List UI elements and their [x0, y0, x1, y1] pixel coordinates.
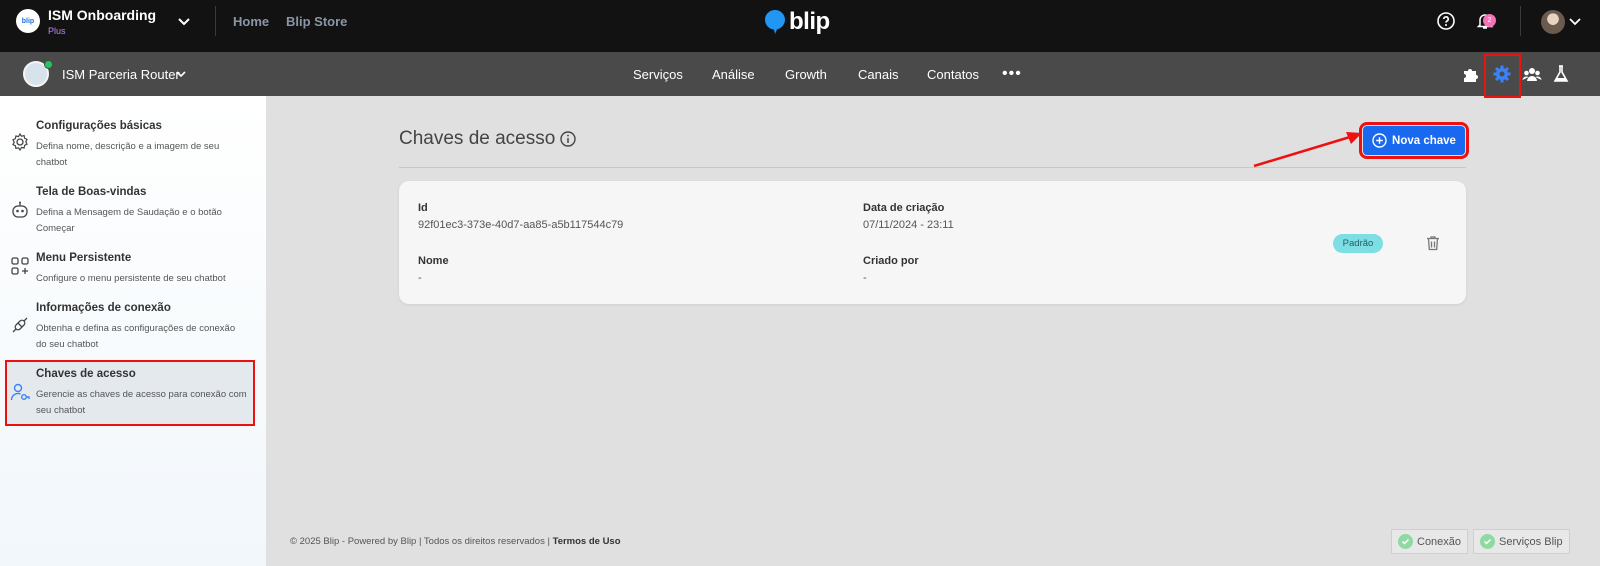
access-key-card: Id 92f01ec3-373e-40d7-aa85-a5b117544c79 …	[399, 181, 1466, 304]
nav-servicos[interactable]: Serviços	[633, 67, 683, 82]
user-menu-chevron-down-icon[interactable]	[1568, 14, 1582, 28]
trash-icon[interactable]	[1424, 234, 1442, 252]
bot-name[interactable]: ISM Parceria Router	[62, 67, 180, 82]
brand-text: blip	[789, 8, 830, 35]
top-bar: blip ISM Onboarding Plus Home Blip Store…	[0, 0, 1600, 52]
key-created-value: 07/11/2024 - 23:11	[863, 219, 954, 231]
nav-analise[interactable]: Análise	[712, 67, 755, 82]
team-icon[interactable]	[1522, 64, 1542, 84]
key-created-by-value: -	[863, 272, 867, 284]
sidebar-item-title: Tela de Boas-vindas	[36, 186, 147, 198]
annotation-arrow	[1253, 132, 1362, 168]
status-conexao[interactable]: Conexão	[1391, 529, 1469, 554]
check-icon	[1398, 534, 1413, 549]
page-title: Chaves de acesso	[399, 128, 556, 149]
org-chevron-down-icon[interactable]	[176, 13, 192, 29]
gear-highlight-box	[1484, 54, 1521, 98]
key-created-label: Data de criação	[863, 202, 945, 214]
org-logo[interactable]: blip	[16, 9, 40, 33]
bot-chevron-down-icon[interactable]	[175, 68, 187, 80]
key-name-label: Nome	[418, 255, 449, 267]
sidebar-item-title: Chaves de acesso	[36, 368, 136, 380]
status-servicos-blip[interactable]: Serviços Blip	[1473, 529, 1570, 554]
user-key-icon	[10, 383, 30, 401]
divider	[215, 6, 216, 36]
user-avatar[interactable]	[1541, 10, 1565, 34]
grid-plus-icon	[11, 257, 29, 275]
key-id-label: Id	[418, 202, 428, 214]
default-badge: Padrão	[1333, 234, 1383, 253]
blip-logo[interactable]: blip	[764, 8, 830, 36]
footer: © 2025 Blip - Powered by Blip | Todos os…	[290, 536, 621, 547]
blip-store-link[interactable]: Blip Store	[286, 14, 347, 29]
notification-badge: 2	[1483, 14, 1496, 27]
plus-circle-icon	[1372, 133, 1387, 148]
sidebar-item-desc: Obtenha e defina as configurações de con…	[36, 323, 236, 350]
sidebar-item-title: Menu Persistente	[36, 252, 132, 264]
sidebar-item-chaves-acesso[interactable]: Chaves de acesso Gerencie as chaves de a…	[8, 368, 256, 420]
new-key-button[interactable]: Nova chave	[1359, 122, 1469, 159]
plug-connection-icon	[12, 317, 28, 333]
info-icon[interactable]	[560, 131, 576, 147]
key-name-value: -	[418, 272, 422, 284]
footer-text: © 2025 Blip - Powered by Blip | Todos os…	[290, 536, 550, 547]
home-link[interactable]: Home	[233, 14, 269, 29]
terms-link[interactable]: Termos de Uso	[553, 536, 621, 547]
bot-nav-bar: ISM Parceria Router Serviços Análise Gro…	[0, 52, 1600, 96]
flask-icon[interactable]	[1551, 64, 1571, 84]
puzzle-icon[interactable]	[1461, 64, 1481, 84]
new-key-label: Nova chave	[1392, 134, 1456, 147]
key-id-value[interactable]: 92f01ec3-373e-40d7-aa85-a5b117544c79	[418, 219, 623, 231]
sidebar-item-configuracoes-basicas[interactable]: Configurações básicas Defina nome, descr…	[8, 120, 256, 172]
robot-icon	[12, 201, 28, 218]
org-plan: Plus	[48, 26, 66, 36]
sidebar-item-menu-persistente[interactable]: Menu Persistente Configure o menu persis…	[8, 252, 256, 288]
sidebar-item-title: Informações de conexão	[36, 302, 171, 314]
sidebar-item-desc: Configure o menu persistente de seu chat…	[36, 273, 226, 284]
status-label: Serviços Blip	[1499, 535, 1563, 548]
sidebar-item-informacoes-conexao[interactable]: Informações de conexão Obtenha e defina …	[8, 302, 256, 354]
nav-growth[interactable]: Growth	[785, 67, 827, 82]
org-name[interactable]: ISM Onboarding	[48, 7, 156, 23]
divider	[1520, 6, 1521, 36]
blip-bubble-icon	[765, 10, 785, 34]
help-icon[interactable]	[1437, 12, 1455, 30]
online-status-dot	[44, 60, 53, 69]
nav-canais[interactable]: Canais	[858, 67, 898, 82]
check-icon	[1480, 534, 1495, 549]
sidebar-item-tela-boas-vindas[interactable]: Tela de Boas-vindas Defina a Mensagem de…	[8, 186, 256, 238]
sidebar-item-title: Configurações básicas	[36, 120, 162, 132]
sidebar-item-desc: Defina a Mensagem de Saudação e o botão …	[36, 207, 222, 234]
nav-contatos[interactable]: Contatos	[927, 67, 979, 82]
more-options-icon[interactable]: •••	[1002, 65, 1022, 83]
status-label: Conexão	[1417, 535, 1462, 548]
key-created-by-label: Criado por	[863, 255, 919, 267]
settings-gear-icon	[12, 132, 28, 152]
sidebar-item-desc: Gerencie as chaves de acesso para conexã…	[36, 389, 247, 416]
org-logo-text: blip	[21, 17, 35, 25]
sidebar-item-desc: Defina nome, descrição e a imagem de seu…	[36, 141, 220, 168]
